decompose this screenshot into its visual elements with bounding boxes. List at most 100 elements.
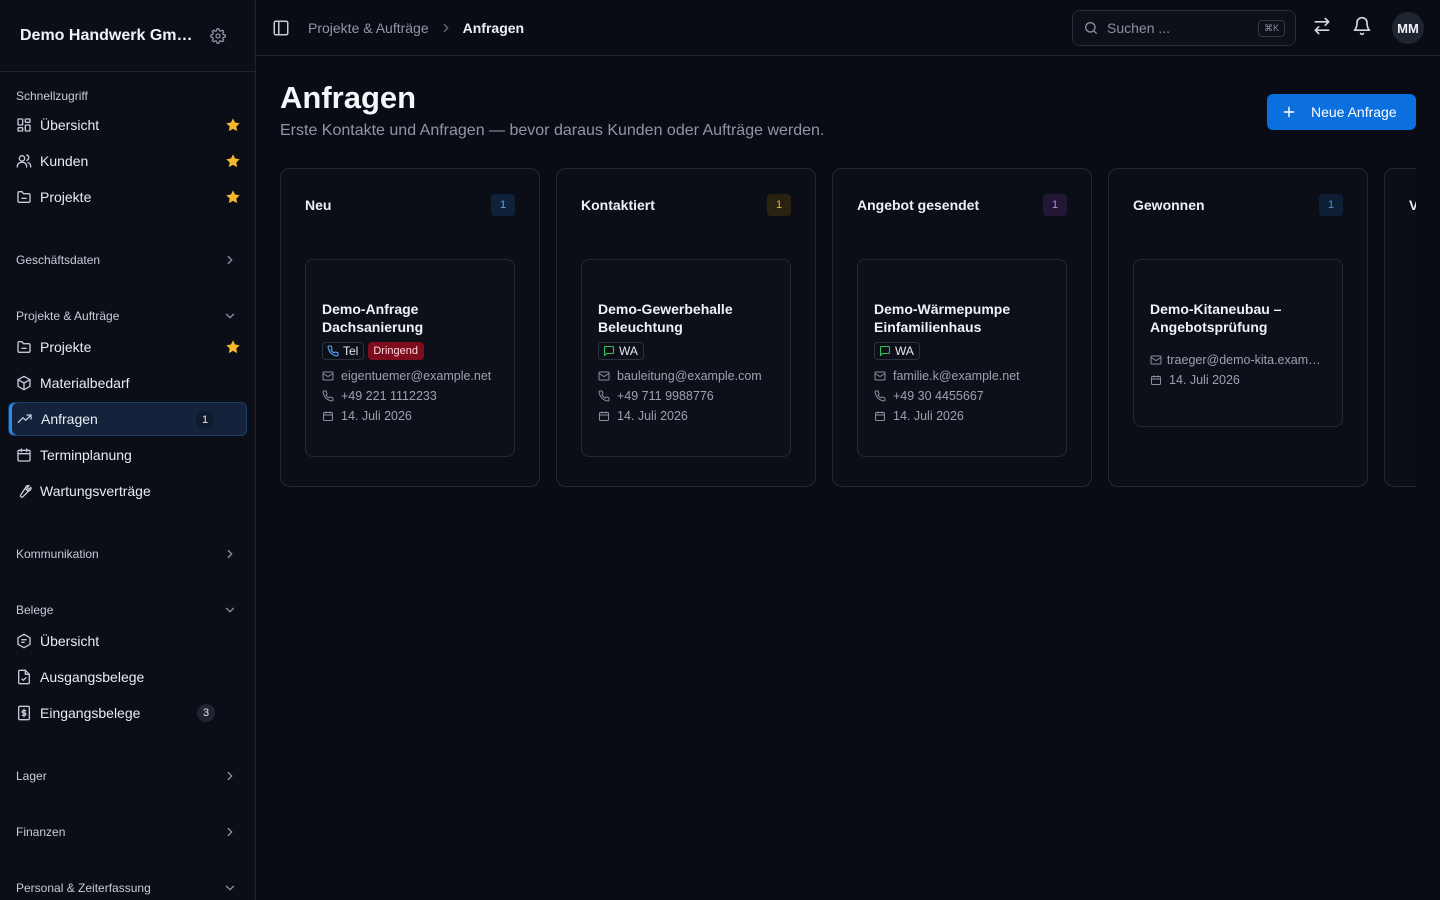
gear-icon[interactable] (210, 27, 226, 44)
section-title: Schnellzugriff (16, 89, 88, 103)
org-switcher[interactable]: Demo Handwerk GmbH (0, 0, 255, 72)
users-icon (16, 153, 32, 169)
section-receipts[interactable]: Belege (0, 600, 255, 620)
sidebar-item-projects[interactable]: Projekte (8, 330, 247, 364)
phone-icon (322, 390, 341, 402)
sidebar-item-incoming[interactable]: Eingangsbelege 3 (8, 696, 247, 730)
card-title: Demo-Anfrage Dachsanierung (322, 301, 424, 335)
card-email: familie.k@example.net (874, 366, 1050, 386)
channel-label: Tel (343, 344, 359, 358)
folder-icon (16, 189, 32, 205)
message-icon (879, 345, 895, 357)
bell-icon[interactable] (1352, 16, 1372, 36)
sidebar-item-label: Materialbedarf (40, 375, 130, 391)
inquiry-card[interactable]: Demo-Kitaneubau – Angebotsprüfung traege… (1133, 259, 1343, 427)
section-personnel[interactable]: Personal & Zeiterfassung (0, 878, 255, 898)
section-projects-orders[interactable]: Projekte & Aufträge (0, 306, 255, 326)
star-icon[interactable] (225, 117, 241, 133)
sidebar-item-label: Terminplanung (40, 447, 132, 463)
sidebar-item-material[interactable]: Materialbedarf (8, 366, 247, 400)
sidebar-item-label: Projekte (40, 189, 92, 205)
sidebar-item-scheduling[interactable]: Terminplanung (8, 438, 247, 472)
card-date: 14. Juli 2026 (598, 406, 774, 426)
section-finance[interactable]: Finanzen (0, 822, 255, 842)
calendar-icon (1150, 374, 1169, 386)
inquiry-card[interactable]: Demo-Gewerbehalle Beleuchtung WA bauleit… (581, 259, 791, 457)
card-date: 14. Juli 2026 (322, 406, 498, 426)
section-title: Personal & Zeiterfassung (16, 881, 151, 895)
date-text: 14. Juli 2026 (1169, 373, 1240, 387)
phone-text: +49 711 9988776 (617, 389, 714, 403)
channel-tag: WA (598, 342, 644, 360)
plus-icon (1281, 104, 1297, 120)
kanban-column-partial: V (1384, 168, 1416, 487)
sidebar-item-label: Ausgangsbelege (40, 669, 145, 685)
sidebar-item-customers[interactable]: Kunden (8, 144, 247, 178)
page-title: Anfragen (280, 80, 417, 115)
sidebar-item-outgoing[interactable]: Ausgangsbelege (8, 660, 247, 694)
search-box[interactable]: ⌘K (1072, 10, 1296, 46)
new-inquiry-button[interactable]: Neue Anfrage (1267, 94, 1416, 130)
star-icon[interactable] (225, 189, 241, 205)
channel-tag: Tel (322, 342, 365, 360)
chevron-down-icon (223, 603, 237, 617)
section-warehouse[interactable]: Lager (0, 766, 255, 786)
sidebar-item-label: Projekte (40, 339, 92, 355)
section-quick-access: Schnellzugriff (0, 86, 255, 106)
date-text: 14. Juli 2026 (341, 409, 412, 423)
star-icon[interactable] (225, 153, 241, 169)
topbar: Projekte & Aufträge Anfragen ⌘K MM (256, 0, 1440, 56)
mail-icon (598, 370, 617, 382)
card-title: Demo-Kitaneubau – Angebotsprüfung (1150, 301, 1282, 335)
kanban-column-contacted: Kontaktiert 1 Demo-Gewerbehalle Beleucht… (556, 168, 816, 487)
breadcrumb-current: Anfragen (462, 19, 525, 36)
chevron-down-icon (223, 309, 237, 323)
email-text: traeger@demo-kita.example.net (1166, 353, 1326, 367)
chevron-right-icon (223, 825, 237, 839)
sidebar-item-inquiries[interactable]: Anfragen 1 (8, 402, 247, 436)
section-communication[interactable]: Kommunikation (0, 544, 255, 564)
org-name: Demo Handwerk GmbH (20, 26, 194, 44)
card-title: Demo-Wärmepumpe Einfamilienhaus (874, 301, 1011, 335)
sidebar-item-label: Eingangsbelege (40, 705, 141, 721)
kanban-column-offer-sent: Angebot gesendet 1 Demo-Wärmepumpe Einfa… (832, 168, 1092, 487)
calendar-icon (16, 447, 32, 463)
sidebar-item-projects-quick[interactable]: Projekte (8, 180, 247, 214)
breadcrumb: Projekte & Aufträge Anfragen (308, 20, 524, 36)
sidebar-item-overview[interactable]: Übersicht (8, 108, 247, 142)
sidebar-item-label: Übersicht (40, 117, 100, 133)
date-text: 14. Juli 2026 (617, 409, 688, 423)
phone-icon (874, 390, 893, 402)
sidebar-item-receipts-overview[interactable]: Übersicht (8, 624, 247, 658)
sidebar: Demo Handwerk GmbH Schnellzugriff Übersi… (0, 0, 256, 900)
avatar[interactable]: MM (1392, 12, 1424, 44)
channel-label: WA (619, 344, 638, 358)
email-text: bauleitung@example.com (617, 369, 762, 383)
breadcrumb-parent[interactable]: Projekte & Aufträge (308, 20, 429, 36)
card-email: eigentuemer@example.net (322, 366, 498, 386)
sidebar-item-maintenance[interactable]: Wartungsverträge (8, 474, 247, 508)
receipt-icon (16, 633, 32, 649)
inquiry-card[interactable]: Demo-Anfrage Dachsanierung Tel Dringend … (305, 259, 515, 457)
sidebar-item-label: Anfragen (41, 411, 98, 427)
column-count-badge: 1 (1319, 194, 1343, 216)
card-email: traeger@demo-kita.example.net (1150, 350, 1326, 370)
count-badge: 3 (197, 704, 215, 722)
new-inquiry-label: Neue Anfrage (1311, 104, 1397, 120)
channel-tag: WA (874, 342, 920, 360)
card-date: 14. Juli 2026 (874, 406, 1050, 426)
inquiry-card[interactable]: Demo-Wärmepumpe Einfamilienhaus WA famil… (857, 259, 1067, 457)
kanban-column-new: Neu 1 Demo-Anfrage Dachsanierung Tel Dri… (280, 168, 540, 487)
search-input[interactable] (1107, 20, 1247, 36)
star-icon[interactable] (225, 339, 241, 355)
mail-icon (874, 370, 893, 382)
chevron-right-icon (223, 769, 237, 783)
card-phone: +49 221 1112233 (322, 386, 498, 406)
card-date: 14. Juli 2026 (1150, 370, 1326, 390)
section-business-data[interactable]: Geschäftsdaten (0, 250, 255, 270)
sidebar-toggle-icon[interactable] (272, 19, 290, 37)
column-count-badge: 1 (491, 194, 515, 216)
chevron-right-icon (223, 253, 237, 267)
swap-icon[interactable] (1312, 16, 1332, 36)
email-text: familie.k@example.net (893, 369, 1020, 383)
